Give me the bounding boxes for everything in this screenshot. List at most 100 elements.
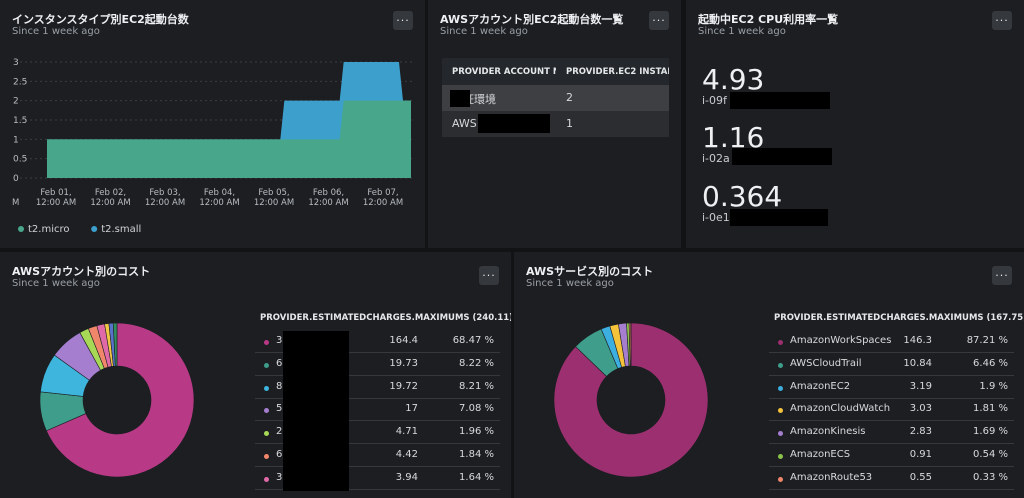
panel-title: 起動中EC2 CPU利用率一覧 (698, 13, 839, 26)
table-header: PROVIDER ACCOUNT N... PROVIDER.EC2 INSTA… (442, 58, 669, 85)
panel-title: AWSサービス別のコスト (526, 265, 654, 278)
row-value: 3.19 (909, 380, 932, 392)
account-table: PROVIDER ACCOUNT N... PROVIDER.EC2 INSTA… (442, 58, 669, 137)
row-percent: 1.9 % (979, 380, 1008, 392)
table-row[interactable]: AmazonEC2 3.19 1.9 % (769, 377, 1014, 399)
table-row[interactable]: AmazonKinesis 2.83 1.69 % (769, 422, 1014, 445)
legend-swatch (264, 340, 269, 345)
panel-subtitle: Since 1 week ago (12, 278, 100, 289)
legend-swatch (91, 226, 98, 232)
x-tick-label: 12:00 AM (308, 198, 348, 208)
row-percent: 87.21 % (966, 335, 1008, 346)
row-value: 2.83 (909, 426, 932, 438)
row-percent: 8.21 % (459, 380, 494, 392)
row-value: 0.91 (909, 449, 932, 460)
row-percent: 1.69 % (973, 426, 1008, 438)
row-percent: 7.08 % (459, 403, 494, 415)
more-options-button[interactable]: ... (992, 11, 1012, 30)
row-percent: 1.81 % (973, 403, 1008, 415)
row-value: 0.55 (909, 471, 932, 483)
panel-subtitle: Since 1 week ago (440, 26, 528, 37)
panel-title: AWSアカウント別EC2起動台数一覧 (440, 13, 624, 26)
x-tick-label: 12:00 AM (36, 198, 76, 208)
table-row[interactable]: AWS 1 (442, 111, 669, 137)
redaction-mask (732, 148, 832, 165)
panel-ec2-cpu: 起動中EC2 CPU利用率一覧 Since 1 week ago ... 4.9… (686, 0, 1024, 248)
x-tick-label: 12:00 AM (254, 198, 294, 208)
panel-subtitle: Since 1 week ago (698, 26, 786, 37)
legend-swatch (18, 226, 24, 232)
instance-id[interactable]: i-02a (702, 152, 730, 165)
legend-label[interactable]: t2.small (101, 224, 141, 235)
panel-subtitle: Since 1 week ago (526, 278, 614, 289)
series-area-t2-micro[interactable] (47, 100, 411, 178)
table-row[interactable]: 検証環境 2 (442, 85, 669, 111)
legend-swatch (778, 476, 783, 482)
x-tick-label: 12:00 AM (90, 198, 130, 208)
column-header-account[interactable]: PROVIDER ACCOUNT N... (452, 67, 556, 77)
instance-id[interactable]: i-0e1 (702, 211, 730, 224)
y-tick-label: 2.5 (13, 77, 27, 87)
row-percent: 6.46 % (973, 357, 1008, 369)
panel-ec2-by-account: AWSアカウント別EC2起動台数一覧 Since 1 week ago ... … (428, 0, 681, 248)
y-tick-label: 1 (13, 135, 19, 145)
table-row[interactable]: AmazonECS 0.91 0.54 % (769, 445, 1014, 467)
y-tick-label: 1.5 (13, 116, 27, 126)
table-row[interactable]: AmazonRoute53 0.55 0.33 % (769, 468, 1014, 490)
legend-table: AmazonWorkSpaces 146.3 87.21 % AWSCloudTrai… (769, 331, 1014, 491)
legend-swatch (264, 454, 269, 459)
x-tick-label: Feb 01, (40, 188, 71, 198)
legend-swatch (264, 362, 269, 368)
row-value: 17 (405, 403, 418, 415)
x-tick-label: Feb 02, (95, 188, 126, 198)
legend-swatch (778, 408, 783, 414)
legend-swatch (264, 385, 269, 391)
more-options-button[interactable]: ... (479, 266, 499, 285)
panel-cost-by-service: AWSサービス別のコスト Since 1 week ago ... PROVID… (514, 252, 1024, 498)
legend-swatch (264, 408, 269, 414)
row-value: 10.84 (903, 357, 932, 369)
x-tick-label: 12:00 AM (199, 198, 239, 208)
x-tick-label: 12:00 AM (363, 198, 403, 208)
row-percent: 8.22 % (459, 357, 494, 369)
x-tick-label: Feb 06, (313, 188, 344, 198)
row-percent: 68.47 % (452, 335, 494, 346)
donut-chart (39, 322, 195, 478)
row-percent: 1.84 % (459, 449, 494, 460)
x-tick-label: Feb 07, (367, 188, 398, 198)
legend-swatch (778, 340, 783, 345)
table-row[interactable]: AmazonCloudWatch 3.03 1.81 % (769, 399, 1014, 422)
row-percent: 0.54 % (973, 449, 1008, 460)
row-label: AmazonWorkSpaces (790, 335, 892, 346)
row-percent: 1.96 % (459, 426, 494, 438)
y-tick-label: 2 (13, 97, 19, 107)
account-cell: AWS (452, 117, 477, 130)
donut-chart (553, 322, 709, 478)
row-percent: 1.64 % (459, 471, 494, 483)
row-value: 4.42 (395, 449, 418, 460)
y-tick-label: 3 (13, 58, 19, 68)
instance-id[interactable]: i-09f (702, 94, 727, 107)
column-header-instances[interactable]: PROVIDER.EC2 INSTANC... (566, 67, 669, 77)
legend-swatch (264, 476, 269, 482)
row-label: AmazonEC2 (790, 380, 851, 392)
row-value: 19.73 (389, 357, 418, 369)
legend-swatch (778, 431, 783, 437)
legend-label[interactable]: t2.micro (28, 224, 70, 235)
row-label: AmazonRoute53 (790, 471, 873, 483)
x-tick-label: Feb 04, (204, 188, 235, 198)
x-tick-label: Feb 05, (258, 188, 289, 198)
row-label: AmazonCloudWatch (790, 403, 891, 415)
legend-swatch (778, 362, 783, 368)
table-row[interactable]: AmazonWorkSpaces 146.3 87.21 % (769, 331, 1014, 353)
redaction-mask (730, 209, 828, 226)
row-value: 146.3 (903, 335, 932, 346)
panel-title: AWSアカウント別のコスト (12, 265, 151, 278)
x-tick-label: 12:00 AM (145, 198, 185, 208)
more-options-button[interactable]: ... (649, 11, 669, 30)
table-row[interactable]: AWSCloudTrail 10.84 6.46 % (769, 354, 1014, 376)
row-label: AWSCloudTrail (790, 357, 862, 369)
row-value: 164.4 (389, 335, 418, 346)
more-options-button[interactable]: ... (992, 266, 1012, 285)
redaction-mask (478, 114, 550, 133)
